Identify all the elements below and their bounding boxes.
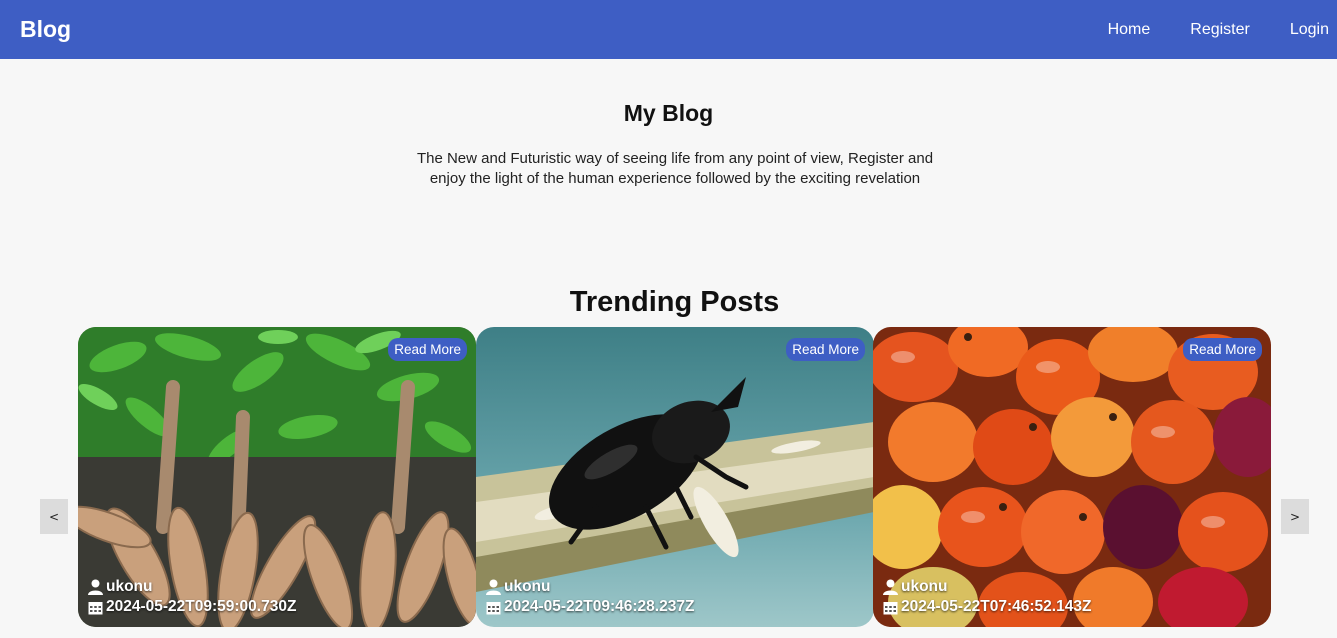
post-author: ukonu	[106, 578, 153, 595]
post-author: ukonu	[901, 578, 948, 595]
nav-register-link[interactable]: Register	[1190, 21, 1250, 39]
read-more-button[interactable]: Read More	[1183, 338, 1262, 361]
calendar-icon	[88, 601, 103, 614]
user-icon	[486, 579, 501, 595]
carousel-prev-button[interactable]: <	[40, 499, 68, 534]
post-card[interactable]: Read More ukonu 2024-05-22T07:46:52.143Z	[873, 327, 1271, 627]
nav-links: Home Register Login	[1108, 0, 1337, 59]
calendar-icon	[883, 601, 898, 614]
post-date: 2024-05-22T09:46:28.237Z	[504, 598, 695, 615]
post-meta: ukonu 2024-05-22T07:46:52.143Z	[883, 577, 1091, 617]
trending-posts-heading: Trending Posts	[569, 286, 780, 318]
nav-login-link[interactable]: Login	[1290, 21, 1329, 39]
post-author: ukonu	[504, 578, 551, 595]
post-date: 2024-05-22T07:46:52.143Z	[901, 598, 1092, 615]
page-title: My Blog	[623, 100, 714, 126]
read-more-button[interactable]: Read More	[786, 338, 865, 361]
user-icon	[88, 579, 103, 595]
calendar-icon	[486, 601, 501, 614]
post-date: 2024-05-22T09:59:00.730Z	[106, 598, 297, 615]
carousel-next-button[interactable]: >	[1281, 499, 1309, 534]
post-card[interactable]: Read More ukonu 2024-05-22T09:59:00.730Z	[78, 327, 476, 627]
post-meta: ukonu 2024-05-22T09:59:00.730Z	[88, 577, 296, 617]
page-description: The New and Futuristic way of seeing lif…	[416, 150, 934, 187]
post-card[interactable]: Read More ukonu 2024-05-22T09:46:28.237Z	[476, 327, 874, 627]
brand-logo[interactable]: Blog	[20, 16, 71, 43]
user-icon	[883, 579, 898, 595]
post-meta: ukonu 2024-05-22T09:46:28.237Z	[486, 577, 694, 617]
read-more-button[interactable]: Read More	[388, 338, 467, 361]
navbar: Blog Home Register Login	[0, 0, 1337, 59]
nav-home-link[interactable]: Home	[1108, 21, 1151, 39]
